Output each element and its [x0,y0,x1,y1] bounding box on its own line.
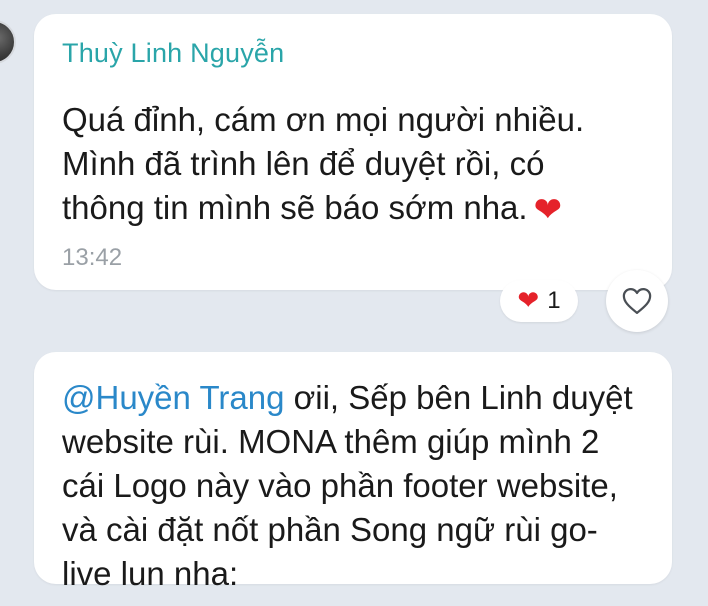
mention-link[interactable]: @Huyền Trang [62,379,284,416]
message-bubble[interactable]: Thuỳ Linh Nguyễn Quá đỉnh, cám ơn mọi ng… [34,14,672,290]
reaction-summary[interactable]: ❤ 1 [500,280,578,322]
message-line: @Huyền Trang ơii, Sếp bên Linh duyệt [62,376,633,420]
message-line: và cài đặt nốt phần Song ngữ rùi go- [62,511,598,548]
reaction-count: 1 [547,287,561,314]
message-text: Quá đỉnh, cám ơn mọi người nhiều. Mình đ… [62,98,584,232]
heart-reaction-icon: ❤ [517,286,540,316]
message-line: Mình đã trình lên để duyệt rồi, có [62,145,545,182]
message-line: cái Logo này vào phần footer website, [62,467,618,504]
message-line: Quá đỉnh, cám ơn mọi người nhiều. [62,101,585,138]
react-button[interactable] [606,270,668,332]
message-bubble[interactable]: @Huyền Trang ơii, Sếp bên Linh duyệt web… [34,352,672,592]
message-line: website rùi. MONA thêm giúp mình 2 [62,423,600,460]
heart-emoji-icon: ❤ [533,190,563,230]
message-text: @Huyền Trang ơii, Sếp bên Linh duyệt web… [62,376,633,596]
message-line-text: ơii, Sếp bên Linh duyệt [284,379,633,416]
avatar[interactable] [0,20,16,64]
heart-outline-icon [622,288,652,314]
message-line: thông tin mình sẽ báo sớm nha. ❤ [62,186,584,232]
message-timestamp: 13:42 [62,244,123,271]
message-line: live lun nha: [62,555,239,592]
message-line-text: thông tin mình sẽ báo sớm nha. [62,189,528,226]
sender-name[interactable]: Thuỳ Linh Nguyễn [62,38,284,69]
